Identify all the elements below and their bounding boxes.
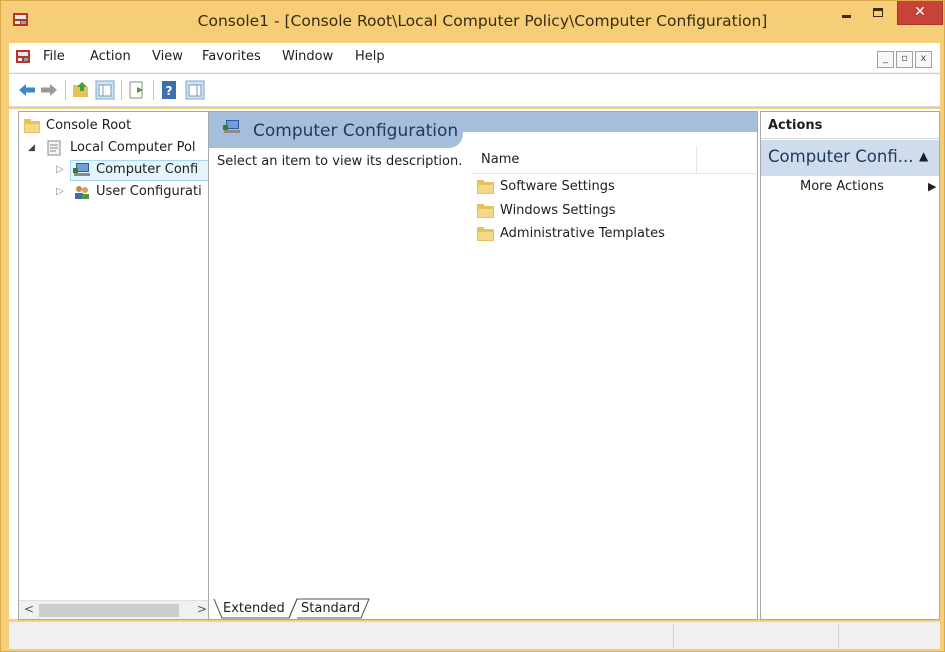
tab-standard[interactable]: Standard [301,601,360,616]
tree-item-local-computer-policy[interactable]: ◢ Local Computer Pol [19,138,209,158]
folder-icon [477,180,494,194]
maximize-icon [873,8,883,17]
tree-horizontal-scrollbar[interactable]: < > [19,600,211,619]
user-config-icon [75,186,89,199]
forward-arrow-icon[interactable] [39,80,59,100]
more-actions-item[interactable]: More Actions [800,179,884,194]
help-icon[interactable]: ? [159,80,179,100]
menu-action[interactable]: Action [90,49,131,64]
toolbar-separator [121,80,122,100]
svg-text:?: ? [166,84,173,98]
computer-config-icon [223,120,240,133]
list-item-label: Administrative Templates [500,226,665,241]
description-text: Select an item to view its description. [217,154,463,169]
mmc-window: Console1 - [Console Root\Local Computer … [0,0,945,652]
child-minimize-button[interactable]: _ [877,51,894,68]
scroll-left-arrow-icon[interactable]: < [24,602,34,616]
results-pane: Computer Configuration Select an item to… [208,111,758,620]
tree-item-console-root[interactable]: Console Root [19,116,209,136]
results-header: Computer Configuration [209,112,463,148]
folder-icon [477,227,494,241]
status-divider [673,624,674,648]
actions-section-header[interactable]: Computer Confi... ▲ [761,140,939,176]
submenu-arrow-icon[interactable]: ▶ [928,180,936,193]
menu-window[interactable]: Window [282,49,333,64]
tab-extended[interactable]: Extended [223,601,285,616]
back-arrow-icon[interactable] [17,80,37,100]
console-panes: Console Root ◢ Local Computer Pol ▷ Comp… [9,109,940,620]
window-title: Console1 - [Console Root\Local Computer … [197,12,768,30]
actions-pane: Actions Computer Confi... ▲ More Actions… [760,111,940,620]
minimize-icon [842,15,851,18]
expanded-triangle-icon[interactable]: ◢ [28,138,35,158]
column-divider[interactable] [696,146,697,174]
child-close-button[interactable]: x [915,51,932,68]
policy-document-icon [47,140,61,156]
collapsed-triangle-icon[interactable]: ▷ [56,160,64,180]
menu-favorites[interactable]: Favorites [202,49,261,64]
column-header-name[interactable]: Name [481,152,519,167]
console-document-icon[interactable] [15,49,31,65]
tree-item-user-configuration[interactable]: ▷ User Configurati [19,182,209,202]
show-hide-action-pane-icon[interactable] [185,80,205,100]
actions-heading: Actions [761,112,939,139]
tree-item-computer-configuration[interactable]: ▷ Computer Confi [19,160,209,180]
results-title: Computer Configuration [253,121,459,141]
close-icon: ✕ [914,4,926,20]
title-bar[interactable]: Console1 - [Console Root\Local Computer … [1,1,944,41]
scroll-right-arrow-icon[interactable]: > [197,602,207,616]
show-hide-tree-icon[interactable] [95,80,115,100]
actions-section-title: Computer Confi... [768,147,914,166]
export-list-icon[interactable] [127,80,147,100]
view-tabs: Extended Standard [209,598,757,620]
list-item-label: Windows Settings [500,203,616,218]
close-button[interactable]: ✕ [897,1,943,25]
status-divider [838,624,839,648]
menu-bar: File Action View Favorites Window Help _… [9,43,940,73]
toolbar-separator [65,80,66,100]
collapse-up-icon[interactable]: ▲ [919,149,928,163]
actions-heading-label: Actions [768,118,823,133]
menu-view[interactable]: View [152,49,183,64]
status-bar [9,621,940,649]
console-tree: Console Root ◢ Local Computer Pol ▷ Comp… [18,111,212,620]
up-folder-icon[interactable] [71,80,91,100]
tree-item-label: User Configurati [96,184,202,199]
folder-icon [24,119,40,133]
toolbar-separator [153,80,154,100]
collapsed-triangle-icon[interactable]: ▷ [56,182,64,202]
toolbar: ? [9,74,940,107]
computer-config-icon [73,163,90,176]
minimize-button[interactable] [831,1,861,25]
scroll-thumb[interactable] [39,604,179,617]
maximize-button[interactable] [863,1,893,25]
tree-item-label: Console Root [46,118,132,133]
folder-icon [477,204,494,218]
menu-file[interactable]: File [43,49,65,64]
menu-help[interactable]: Help [355,49,385,64]
tree-item-label: Computer Confi [96,162,199,177]
list-item-label: Software Settings [500,179,615,194]
list-column-header: Name [471,146,756,174]
tree-item-label: Local Computer Pol [70,140,196,155]
child-restore-button[interactable]: ▫ [896,51,913,68]
